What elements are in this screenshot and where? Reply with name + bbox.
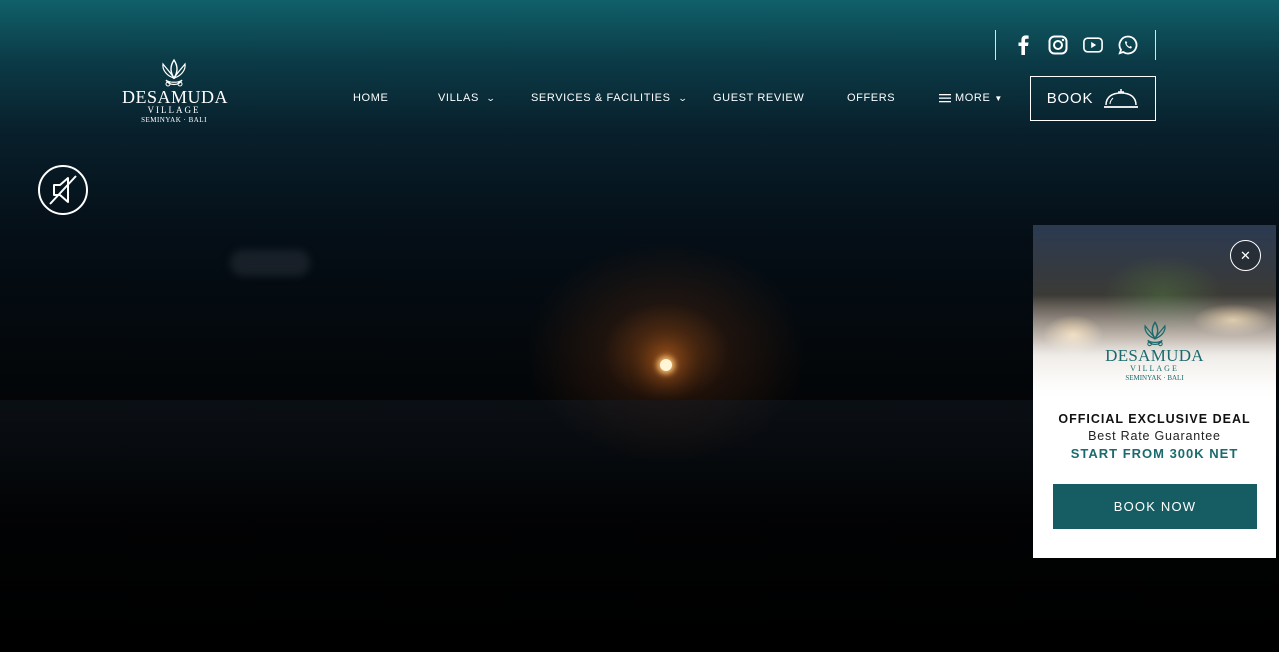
nav-guest-review[interactable]: GUEST REVIEW — [713, 92, 804, 104]
logo-location: SEMINYAK · BALI — [141, 116, 207, 124]
instagram-icon[interactable] — [1048, 35, 1068, 55]
hamburger-icon — [939, 94, 951, 103]
book-button-label: BOOK — [1046, 90, 1094, 107]
promo-price: START FROM 300K NET — [1070, 446, 1239, 461]
book-now-label: BOOK NOW — [1113, 499, 1197, 514]
social-links — [995, 30, 1156, 60]
hero-page: DESAMUDA VILLAGE SEMINYAK · BALI HOME VI… — [0, 0, 1279, 652]
hero-cloud — [230, 250, 310, 276]
book-button[interactable]: BOOK — [1030, 76, 1156, 121]
nav-offers[interactable]: OFFERS — [847, 92, 895, 104]
promo-logo-location: SEMINYAK · BALI — [1125, 374, 1184, 382]
chevron-down-icon: ⌄ — [677, 93, 688, 103]
promo-headline: OFFICIAL EXCLUSIVE DEAL — [1058, 412, 1251, 426]
promo-logo: DESAMUDA VILLAGE SEMINYAK · BALI — [1093, 320, 1216, 384]
chevron-down-icon: ⌄ — [485, 93, 497, 103]
service-bell-icon — [1104, 88, 1139, 108]
nav-more[interactable]: MORE ▼ — [939, 92, 1003, 104]
promo-logo-subtitle: VILLAGE — [1130, 364, 1179, 373]
nav-services-label: SERVICES & FACILITIES — [531, 92, 671, 104]
youtube-icon[interactable] — [1083, 35, 1103, 55]
nav-villas[interactable]: VILLAS ⌄ — [438, 92, 495, 104]
nav-guest-review-label: GUEST REVIEW — [713, 92, 805, 104]
whatsapp-icon[interactable] — [1118, 35, 1138, 55]
nav-services[interactable]: SERVICES & FACILITIES ⌄ — [531, 92, 687, 104]
nav-more-label: MORE — [955, 92, 991, 104]
promo-text-block: OFFICIAL EXCLUSIVE DEAL Best Rate Guaran… — [1033, 411, 1276, 463]
nav-villas-label: VILLAS — [438, 92, 479, 104]
lotus-logo-icon — [162, 58, 186, 87]
hero-sun — [660, 359, 672, 371]
caret-down-icon: ▼ — [994, 93, 1003, 103]
speaker-muted-icon — [49, 175, 77, 205]
book-now-button[interactable]: BOOK NOW — [1053, 484, 1257, 529]
mute-button[interactable] — [38, 165, 88, 215]
promo-subline: Best Rate Guarantee — [1088, 429, 1221, 443]
facebook-icon[interactable] — [1013, 35, 1033, 55]
nav-home-label: HOME — [353, 92, 389, 104]
lotus-logo-icon — [1143, 321, 1166, 347]
promo-popup: ✕ DESAMUDA VILLAGE SEMINYAK · BALI OFFIC… — [1033, 225, 1276, 558]
promo-logo-brand: DESAMUDA — [1105, 346, 1204, 365]
close-icon[interactable]: ✕ — [1230, 240, 1261, 271]
nav-offers-label: OFFERS — [847, 92, 896, 104]
nav-home[interactable]: HOME — [353, 92, 388, 104]
